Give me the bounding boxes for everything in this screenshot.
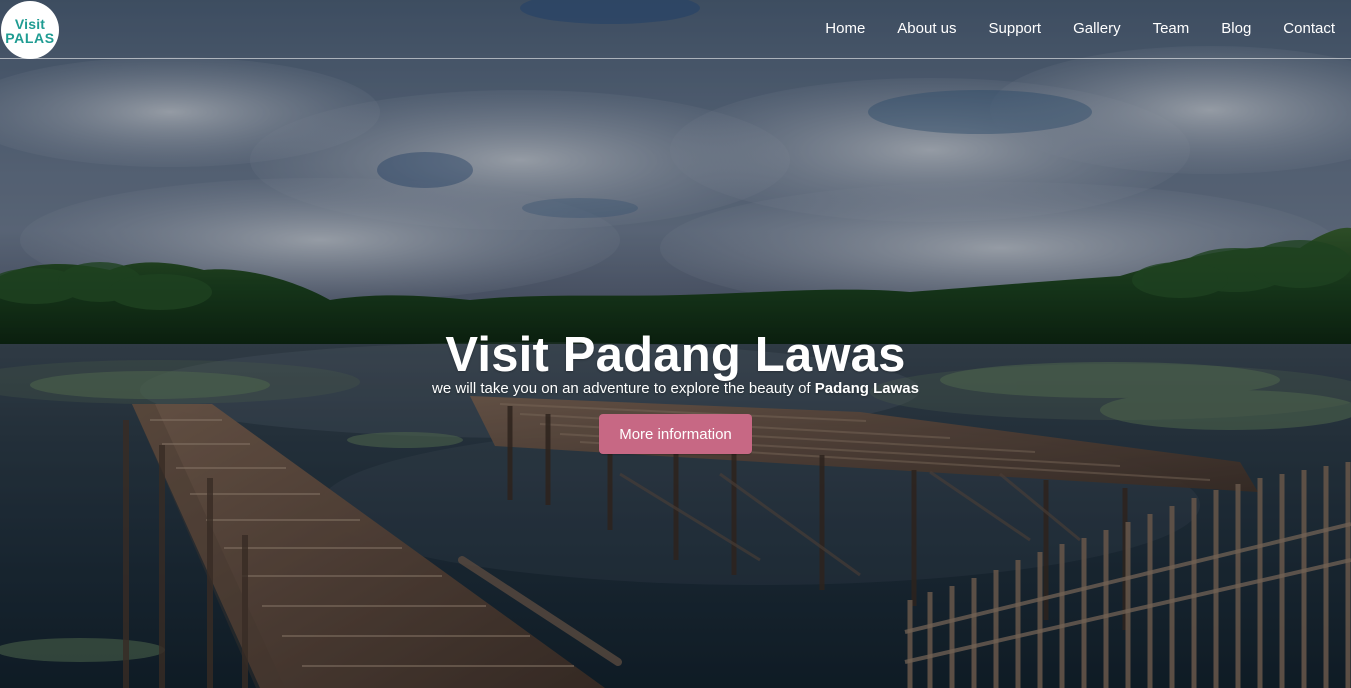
hero-section: Visit PALAS Home About us Support Galler… — [0, 0, 1351, 688]
hero-content: Visit Padang Lawas we will take you on a… — [0, 326, 1351, 454]
main-nav: Home About us Support Gallery Team Blog … — [825, 20, 1335, 37]
site-logo[interactable]: Visit PALAS — [1, 1, 59, 59]
logo-text-line-1: Visit — [14, 15, 46, 32]
hero-subtitle-prefix: we will take you on an adventure to expl… — [432, 380, 811, 397]
more-information-button[interactable]: More information — [599, 414, 752, 454]
hero-subtitle: we will take you on an adventure to expl… — [0, 380, 1351, 398]
nav-about-link[interactable]: About us — [897, 20, 956, 37]
top-navigation-bar: Visit PALAS Home About us Support Galler… — [0, 0, 1351, 59]
nav-team-link[interactable]: Team — [1153, 20, 1190, 37]
nav-support-link[interactable]: Support — [989, 20, 1042, 37]
logo-text-line-2: PALAS — [5, 29, 55, 46]
nav-contact-link[interactable]: Contact — [1283, 20, 1335, 37]
nav-home-link[interactable]: Home — [825, 20, 865, 37]
nav-blog-link[interactable]: Blog — [1221, 20, 1251, 37]
hero-title: Visit Padang Lawas — [445, 328, 906, 382]
hero-subtitle-highlight: Padang Lawas — [814, 380, 919, 397]
nav-gallery-link[interactable]: Gallery — [1073, 20, 1121, 37]
